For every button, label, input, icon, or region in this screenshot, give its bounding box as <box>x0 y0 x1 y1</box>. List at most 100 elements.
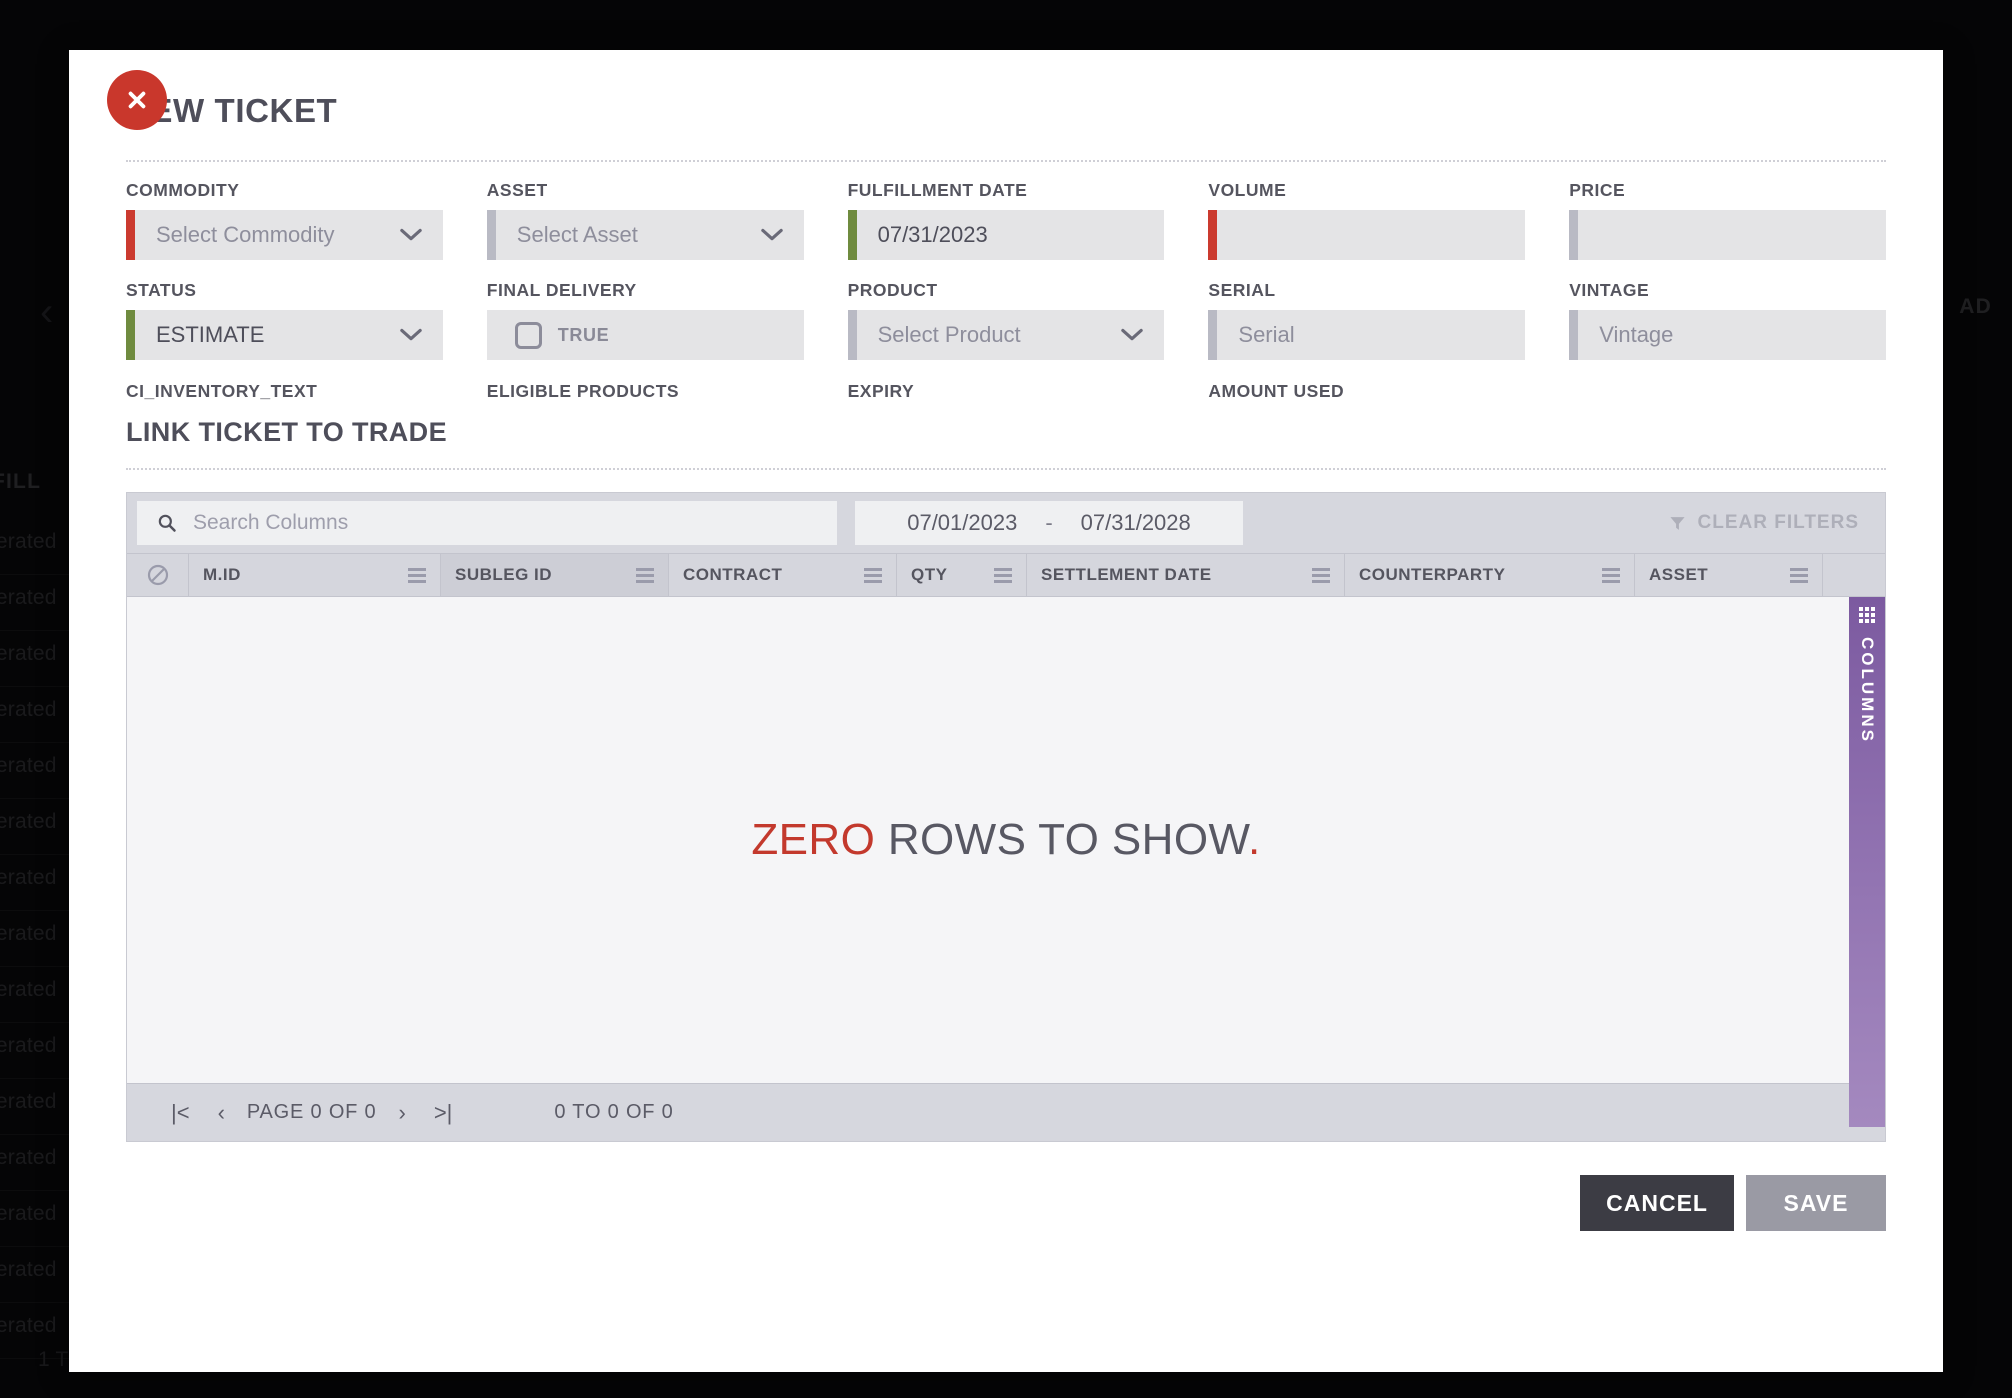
backdrop-row-divider <box>0 1190 69 1191</box>
form-field-serial: SERIAL Serial <box>1208 280 1526 360</box>
checkbox-control[interactable]: TRUE <box>486 310 804 360</box>
checkbox-row[interactable]: TRUE <box>487 321 609 349</box>
first-page-button[interactable]: |< <box>157 1101 204 1124</box>
text-input-control[interactable]: Serial <box>1208 310 1526 360</box>
column-header-settlement-date[interactable]: SETTLEMENT DATE <box>1027 554 1345 596</box>
save-button[interactable]: SAVE <box>1746 1175 1886 1231</box>
table-body: ZERO ROWS TO SHOW. COLUMNS <box>127 597 1885 1127</box>
text-input-control[interactable] <box>1569 210 1886 260</box>
backdrop-row-text: nerated <box>0 530 57 553</box>
columns-panel-tab[interactable]: COLUMNS <box>1849 597 1885 1127</box>
text-input-control[interactable]: Vintage <box>1569 310 1886 360</box>
search-icon <box>158 514 176 532</box>
select-control[interactable]: ESTIMATE <box>126 310 443 360</box>
search-input[interactable]: Search Columns <box>137 501 837 545</box>
column-menu-icon[interactable] <box>1312 567 1330 583</box>
form-sublabel: CI_INVENTORY_TEXT <box>126 381 318 401</box>
form-field-volume: VOLUME <box>1208 180 1526 260</box>
field-accent-bar <box>1208 210 1218 260</box>
column-header-counterparty[interactable]: COUNTERPARTY <box>1345 554 1635 596</box>
form-sublabel <box>1569 381 1886 402</box>
column-header-contract[interactable]: CONTRACT <box>669 554 897 596</box>
link-ticket-grid-panel: Search Columns 07/01/2023 - 07/31/2028 C… <box>126 492 1886 1142</box>
column-header-asset[interactable]: ASSET <box>1635 554 1823 596</box>
backdrop-row-divider <box>0 1078 69 1079</box>
field-placeholder: Serial <box>1238 322 1295 347</box>
form-field-fulfillment-date: FULFILLMENT DATE 07/31/2023 <box>847 180 1165 260</box>
backdrop-row-divider <box>0 742 69 743</box>
column-menu-icon[interactable] <box>994 567 1012 583</box>
backdrop-row-text: nerated <box>0 698 57 721</box>
backdrop-row-text: nerated <box>0 1314 57 1337</box>
chevron-down-icon <box>400 228 422 242</box>
column-header-subleg-id[interactable]: SUBLEG ID <box>441 554 669 596</box>
table-header-row: M.ID SUBLEG ID CONTRACT QTY SETTLEMENT DATE C… <box>127 553 1885 597</box>
column-menu-icon[interactable] <box>1602 567 1620 583</box>
field-accent-bar <box>847 310 857 360</box>
field-accent-bar <box>126 210 135 260</box>
clear-filters-label: CLEAR FILTERS <box>1697 512 1859 533</box>
backdrop-row-divider <box>0 574 69 575</box>
form-sublabel: AMOUNT USED <box>1208 381 1345 401</box>
backdrop-row-divider <box>0 1022 69 1023</box>
close-icon[interactable] <box>107 70 167 130</box>
form-sublabel: EXPIRY <box>847 381 915 401</box>
backdrop-row-divider <box>0 798 69 799</box>
last-page-button[interactable]: >| <box>420 1101 467 1124</box>
field-label: COMMODITY <box>126 180 240 200</box>
columns-tab-label: COLUMNS <box>1858 637 1877 744</box>
backdrop-row-divider <box>0 854 69 855</box>
section-title: LINK TICKET TO TRADE <box>126 417 447 447</box>
backdrop-row-text: nerated <box>0 866 57 889</box>
form-field-vintage: VINTAGE Vintage <box>1569 280 1886 360</box>
clear-filters-button[interactable]: CLEAR FILTERS <box>1669 512 1859 534</box>
backdrop-row-text: nerated <box>0 1202 57 1225</box>
date-range-filter[interactable]: 07/01/2023 - 07/31/2028 <box>855 501 1243 545</box>
page-title: NEW TICKET <box>126 92 338 129</box>
form-field-final-delivery: FINAL DELIVERY TRUE <box>486 280 804 360</box>
column-header-label: M.ID <box>203 565 241 584</box>
column-header-label: COUNTERPARTY <box>1359 565 1506 584</box>
cancel-button[interactable]: CANCEL <box>1580 1175 1734 1231</box>
checkbox-icon[interactable] <box>514 321 542 349</box>
column-header-filler <box>1823 554 1885 596</box>
column-header-qty[interactable]: QTY <box>897 554 1027 596</box>
title-divider <box>126 160 1886 162</box>
column-menu-icon[interactable] <box>636 567 654 583</box>
backdrop-row-text: nerated <box>0 922 57 945</box>
column-menu-icon[interactable] <box>1790 567 1808 583</box>
no-entry-icon[interactable] <box>127 554 189 596</box>
select-control[interactable]: Select Product <box>847 310 1165 360</box>
field-accent-bar <box>1569 310 1579 360</box>
empty-state-text: ROWS TO SHOW <box>875 815 1248 864</box>
backdrop-row-text: nerated <box>0 978 57 1001</box>
backdrop-row-text: nerated <box>0 1146 57 1169</box>
next-page-button[interactable]: › <box>384 1101 419 1124</box>
search-input-placeholder: Search Columns <box>193 511 349 534</box>
field-label: FULFILLMENT DATE <box>847 180 1028 200</box>
backdrop-row-text: nerated <box>0 586 57 609</box>
backdrop-row-text: nerated <box>0 1258 57 1281</box>
backdrop-row-text: nerated <box>0 642 57 665</box>
text-input-control[interactable] <box>1208 210 1526 260</box>
empty-state-suffix: . <box>1247 815 1261 864</box>
column-header-label: SETTLEMENT DATE <box>1041 565 1212 584</box>
backdrop-chevron-icon: ‹ <box>40 290 54 334</box>
date-range-separator: - <box>1045 510 1053 535</box>
backdrop-column-header-right: AD <box>1959 295 1992 318</box>
select-control[interactable]: Select Commodity <box>126 210 443 260</box>
section-divider <box>126 468 1886 470</box>
text-input-control[interactable]: 07/31/2023 <box>847 210 1165 260</box>
column-header-m-id[interactable]: M.ID <box>189 554 441 596</box>
select-control[interactable]: Select Asset <box>486 210 804 260</box>
grid-toolbar: Search Columns 07/01/2023 - 07/31/2028 C… <box>127 493 1885 553</box>
backdrop-row-divider <box>0 1134 69 1135</box>
field-placeholder: Select Asset <box>516 222 638 247</box>
prev-page-button[interactable]: ‹ <box>204 1101 239 1124</box>
field-label: PRICE <box>1569 180 1626 200</box>
filter-icon <box>1669 516 1685 530</box>
form-field-price: PRICE <box>1569 180 1886 260</box>
date-range-end: 07/31/2028 <box>1080 510 1191 535</box>
column-menu-icon[interactable] <box>408 567 426 583</box>
column-menu-icon[interactable] <box>864 567 882 583</box>
